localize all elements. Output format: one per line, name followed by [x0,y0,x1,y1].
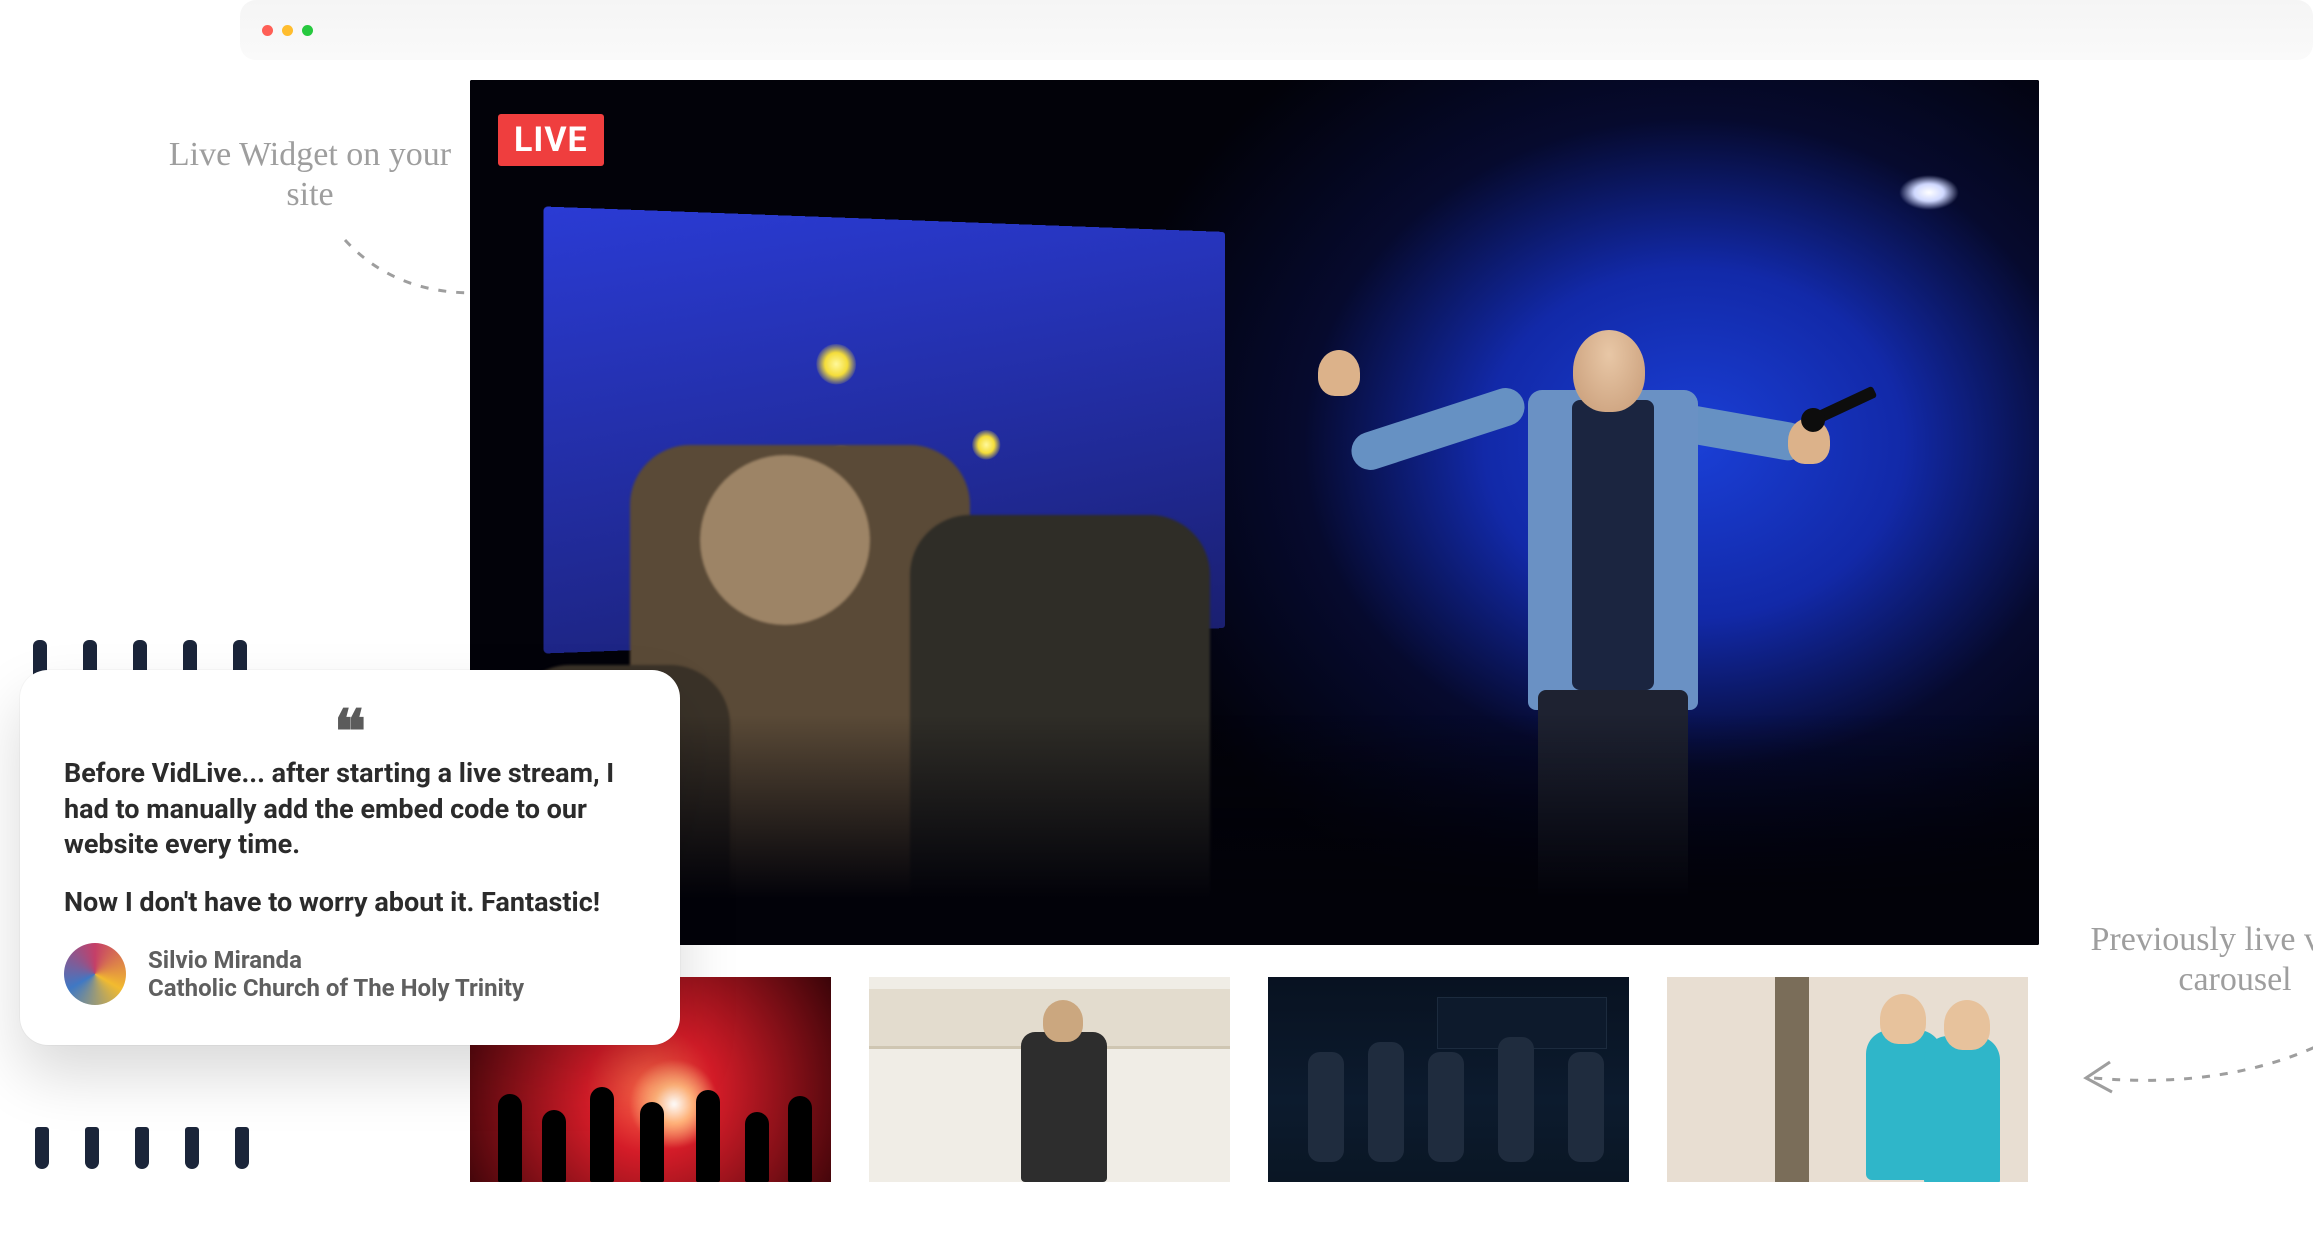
browser-chrome [240,0,2313,60]
carousel-thumb[interactable] [1667,977,2028,1182]
video-carousel[interactable] [470,977,2028,1182]
live-badge: LIVE [498,114,604,166]
avatar [64,943,126,1005]
window-close-icon[interactable] [262,25,273,36]
window-minimize-icon[interactable] [282,25,293,36]
annotation-live-widget: Live Widget on your site [160,135,460,215]
quote-icon: ❝ [64,720,636,744]
testimonial-card: ❝ Before VidLive... after starting a liv… [20,670,680,1045]
testimonial-text-1: Before VidLive... after starting a live … [64,756,636,863]
window-expand-icon[interactable] [302,25,313,36]
page-root: Live Widget on your site [0,0,2313,1240]
testimonial-author: Silvio Miranda Catholic Church of The Ho… [64,943,636,1005]
author-org: Catholic Church of The Holy Trinity [148,974,524,1002]
arrow-icon [2070,1026,2313,1116]
spotlight-icon [1899,175,1959,210]
live-video-player[interactable]: LIVE [470,80,2039,945]
carousel-thumb[interactable] [1268,977,1629,1182]
video-scene [470,80,2039,945]
testimonial-text-2: Now I don't have to worry about it. Fant… [64,885,636,921]
carousel-thumb[interactable] [869,977,1230,1182]
notebook-edge-decoration [35,1127,249,1169]
annotation-carousel: Previously live video carousel [2080,920,2313,1000]
author-name: Silvio Miranda [148,946,524,974]
